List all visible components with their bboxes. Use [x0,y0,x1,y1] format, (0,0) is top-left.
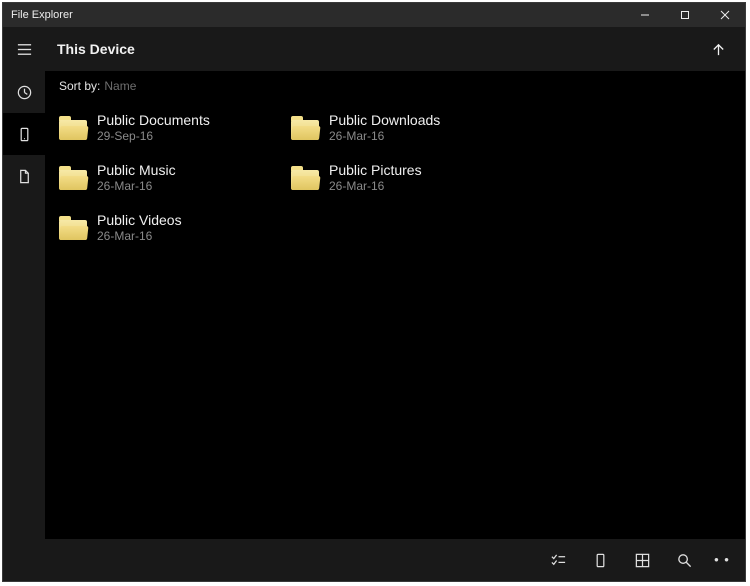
minimize-icon [640,10,650,20]
up-button[interactable] [703,34,733,64]
search-icon [676,552,693,569]
sort-value: Name [104,79,136,93]
grid-icon [634,552,651,569]
folder-grid: Public Documents29-Sep-16 Public Download… [45,101,745,255]
folder-date: 26-Mar-16 [329,129,440,144]
window-body: This Device Sort by: Name Public Documen… [3,27,745,581]
up-arrow-icon [711,42,726,57]
folder-icon [291,116,319,140]
this-device-icon [16,126,33,143]
maximize-icon [680,10,690,20]
folder-item[interactable]: Public Documents29-Sep-16 [51,103,283,153]
folder-name: Public Pictures [329,162,422,180]
minimize-button[interactable] [625,3,665,27]
window-title: File Explorer [11,9,625,21]
folder-text: Public Documents29-Sep-16 [97,112,210,145]
hamburger-icon [16,41,33,58]
folder-name: Public Videos [97,212,182,230]
folder-icon [59,166,87,190]
sort-bar[interactable]: Sort by: Name [45,71,745,101]
titlebar: File Explorer [3,3,745,27]
sort-label: Sort by: [59,79,100,93]
folder-date: 26-Mar-16 [97,229,182,244]
folder-icon [59,116,87,140]
view-grid-button[interactable] [621,539,663,581]
sidebar [3,27,45,581]
maximize-button[interactable] [665,3,705,27]
recent-icon [16,84,33,101]
sidebar-item-documents[interactable] [3,155,45,197]
close-icon [720,10,730,20]
folder-text: Public Videos26-Mar-16 [97,212,182,245]
hamburger-button[interactable] [3,27,45,71]
folder-text: Public Downloads26-Mar-16 [329,112,440,145]
more-icon: • • [714,552,730,567]
location-header: This Device [45,27,745,71]
more-button[interactable]: • • [705,539,739,581]
folder-item[interactable]: Public Videos26-Mar-16 [51,203,283,253]
folder-icon [59,216,87,240]
document-icon [16,168,33,185]
folder-item[interactable]: Public Downloads26-Mar-16 [283,103,515,153]
folder-date: 29-Sep-16 [97,129,210,144]
folder-name: Public Music [97,162,176,180]
bottom-bar: • • [45,539,745,581]
folder-name: Public Downloads [329,112,440,130]
checklist-icon [550,552,567,569]
select-mode-button[interactable] [537,539,579,581]
folder-text: Public Music26-Mar-16 [97,162,176,195]
app-window: File Explorer [2,2,746,582]
view-list-button[interactable] [579,539,621,581]
close-button[interactable] [705,3,745,27]
folder-date: 26-Mar-16 [329,179,422,194]
main-area: This Device Sort by: Name Public Documen… [45,27,745,581]
folder-item[interactable]: Public Music26-Mar-16 [51,153,283,203]
content-area: Sort by: Name Public Documents29-Sep-16P… [45,71,745,539]
folder-name: Public Documents [97,112,210,130]
folder-icon [291,166,319,190]
folder-date: 26-Mar-16 [97,179,176,194]
folder-text: Public Pictures26-Mar-16 [329,162,422,195]
location-title: This Device [57,41,135,57]
device-view-icon [592,552,609,569]
sidebar-item-recent[interactable] [3,71,45,113]
search-button[interactable] [663,539,705,581]
sidebar-item-this-device[interactable] [3,113,45,155]
folder-item[interactable]: Public Pictures26-Mar-16 [283,153,515,203]
